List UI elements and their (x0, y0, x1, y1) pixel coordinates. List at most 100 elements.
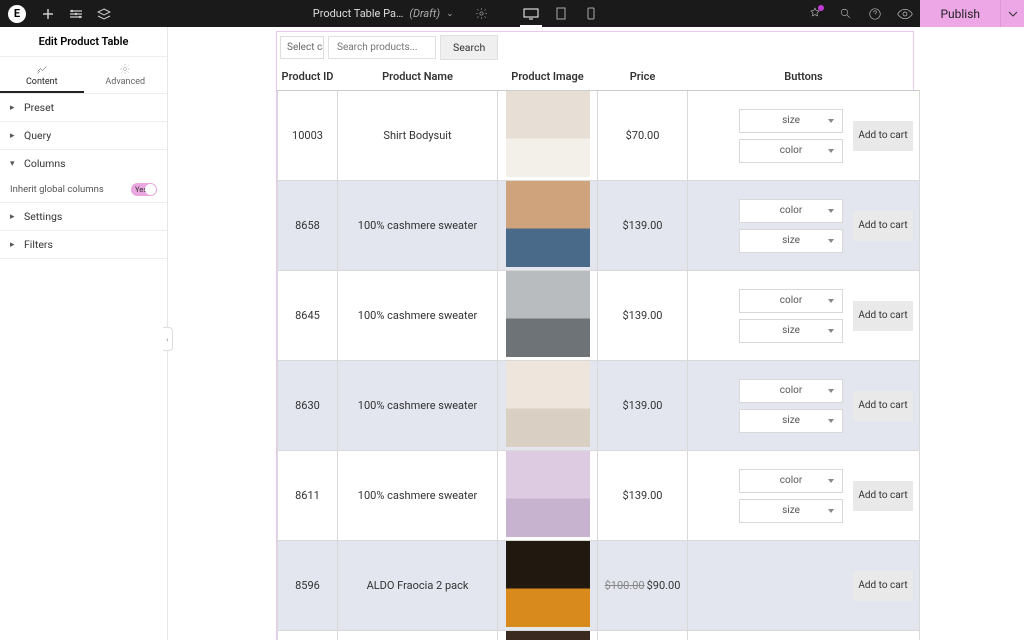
structure-icon[interactable] (62, 0, 90, 27)
section-settings[interactable]: ▸Settings (0, 203, 167, 230)
variant-select-size[interactable]: size (739, 409, 843, 433)
preview-canvas: Select category Search Product ID Produc… (168, 27, 1024, 640)
product-search-input[interactable] (328, 36, 436, 59)
cell-product-image (498, 631, 598, 640)
cell-price: $139.00 (598, 271, 688, 361)
caret-down-icon: ▾ (10, 159, 18, 169)
cell-buttons: color size Add to cart (688, 271, 920, 361)
add-to-cart-button[interactable]: Add to cart (853, 481, 913, 511)
add-to-cart-button[interactable]: Add to cart (853, 301, 913, 331)
cell-product-name: 100% cashmere sweater (338, 361, 498, 451)
cell-price: $139.00 (598, 451, 688, 541)
variant-select-color[interactable]: color (739, 199, 843, 223)
section-query[interactable]: ▸ Query (0, 122, 167, 149)
variant-select-color[interactable]: color (739, 289, 843, 313)
topbar: E Product Table Pa… (Draft) ⌄ (0, 0, 1024, 27)
cell-product-id: 8611 (278, 451, 338, 541)
cell-product-name: Shirt Bodysuit (338, 91, 498, 181)
page-name-caret-icon[interactable]: ⌄ (446, 9, 454, 19)
add-to-cart-button[interactable]: Add to cart (853, 391, 913, 421)
cell-product-id: 8596 (278, 541, 338, 631)
panel-tabs: Content Advanced (0, 57, 167, 94)
search-button[interactable]: Search (440, 35, 498, 60)
cell-product-image (498, 541, 598, 631)
buttons-wrap: color size Add to cart (694, 379, 913, 433)
header-buttons: Buttons (688, 63, 920, 91)
device-mobile-icon[interactable] (576, 0, 606, 27)
cell-price: $70.00 (598, 91, 688, 181)
add-to-cart-button[interactable]: Add to cart (853, 121, 913, 151)
product-table: Product ID Product Name Product Image Pr… (277, 63, 920, 640)
product-image (506, 541, 590, 627)
tab-content[interactable]: Content (0, 57, 84, 93)
variant-select-color[interactable]: color (739, 139, 843, 163)
caret-right-icon: ▸ (10, 212, 18, 222)
cell-buttons: color size Add to cart (688, 451, 920, 541)
device-desktop-icon[interactable] (516, 0, 546, 27)
tab-advanced[interactable]: Advanced (84, 57, 168, 93)
category-dropdown[interactable]: Select category (280, 36, 324, 59)
add-to-cart-button[interactable]: Add to cart (853, 211, 913, 241)
toggle-label: Yes (135, 183, 147, 196)
topbar-center: Product Table Pa… (Draft) ⌄ (118, 0, 800, 27)
inherit-global-columns-row: Inherit global columns Yes (0, 177, 167, 202)
responsive-devices (516, 0, 606, 27)
section-columns[interactable]: ▾Columns (0, 150, 167, 177)
layers-icon[interactable] (90, 0, 118, 27)
section-filters-label: Filters (24, 238, 53, 251)
preview-icon[interactable] (890, 0, 920, 27)
header-product-id: Product ID (278, 63, 338, 91)
device-tablet-icon[interactable] (546, 0, 576, 27)
notifications-icon[interactable] (800, 0, 830, 27)
variant-select-size[interactable]: size (739, 499, 843, 523)
cell-product-image (498, 271, 598, 361)
table-row: 8611100% cashmere sweater$139.00colorsiz… (278, 451, 920, 541)
cell-product-name: ALDO Fraocia 2 pack (338, 541, 498, 631)
cell-buttons: color size Add to cart (688, 181, 920, 271)
sidebar-collapse-handle[interactable]: ‹ (163, 327, 173, 351)
caret-right-icon: ▸ (10, 240, 18, 250)
page-settings-icon[interactable] (468, 0, 496, 27)
tab-advanced-label: Advanced (105, 77, 145, 87)
product-table-widget[interactable]: Select category Search Product ID Produc… (276, 31, 914, 640)
variant-selects: color size (739, 379, 843, 433)
table-row: 10003Shirt Bodysuit$70.00sizecolorAdd to… (278, 91, 920, 181)
notification-dot (818, 5, 824, 11)
elementor-logo[interactable]: E (0, 0, 34, 27)
publish-options-caret[interactable] (1000, 0, 1024, 27)
cell-product-image (498, 181, 598, 271)
cell-price: $139.00 (598, 361, 688, 451)
cell-product-id: 8658 (278, 181, 338, 271)
publish-button[interactable]: Publish (920, 0, 1000, 27)
price-original: $100.00 (605, 579, 645, 592)
cell-buttons: color size Add to cart (688, 361, 920, 451)
section-preset[interactable]: ▸Preset (0, 94, 167, 121)
variant-select-size[interactable]: size (739, 109, 843, 133)
variant-select-color[interactable]: color (739, 469, 843, 493)
section-query-label: Query (24, 129, 51, 142)
variant-select-size[interactable]: size (739, 319, 843, 343)
section-filters[interactable]: ▸ Filters (0, 231, 167, 258)
finder-search-icon[interactable] (830, 0, 860, 27)
caret-right-icon: ▸ (10, 131, 18, 141)
variant-selects: color size (739, 469, 843, 523)
variant-selects: size color (739, 109, 843, 163)
caret-right-icon: ▸ (10, 103, 18, 113)
table-row: 8630100% cashmere sweater$139.00colorsiz… (278, 361, 920, 451)
help-icon[interactable] (860, 0, 890, 27)
cell-price: $99.00 (598, 631, 688, 640)
cell-product-image (498, 361, 598, 451)
variant-select-color[interactable]: color (739, 379, 843, 403)
add-to-cart-button[interactable]: Add to cart (853, 571, 913, 601)
add-widget-icon[interactable] (34, 0, 62, 27)
inherit-toggle[interactable]: Yes (131, 183, 157, 196)
panel-title: Edit Product Table (0, 27, 167, 57)
cell-product-name: 100% cashmere sweater (338, 271, 498, 361)
product-image (506, 361, 590, 447)
inherit-label: Inherit global columns (10, 184, 104, 195)
header-product-name: Product Name (338, 63, 498, 91)
topbar-left: E (0, 0, 118, 27)
draft-label: (Draft) (409, 7, 440, 20)
variant-select-size[interactable]: size (739, 229, 843, 253)
table-row: 8645100% cashmere sweater$139.00colorsiz… (278, 271, 920, 361)
